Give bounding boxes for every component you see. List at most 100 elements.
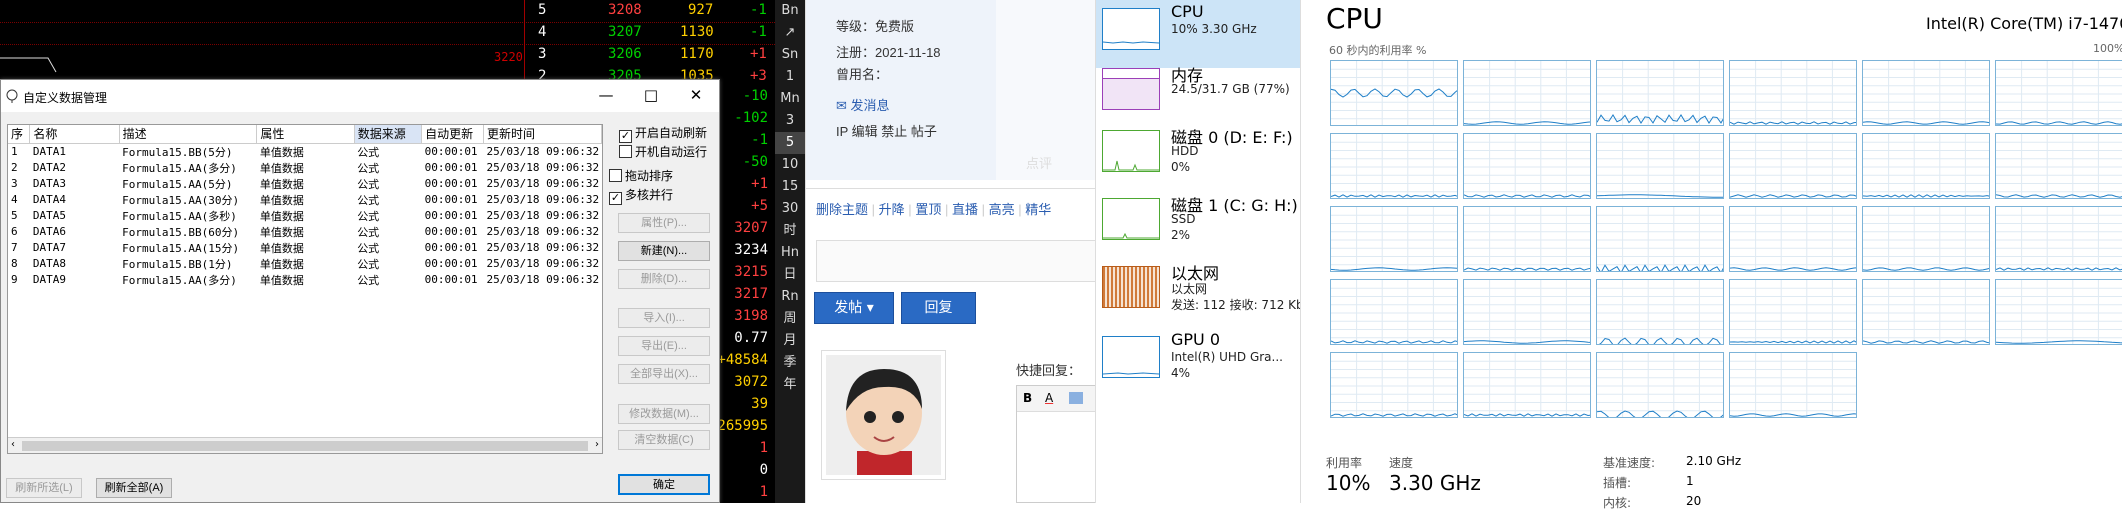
dialog-titlebar[interactable]: 自定义数据管理 — □ ✕ xyxy=(1,80,719,112)
perf-item-gpu[interactable]: GPU 0 Intel(R) UHD Gra... 4% xyxy=(1096,328,1301,396)
table-row[interactable]: 5 DATA5 Formula15.AA(多秒) 单值数据 公式 00:00:01 25/0… xyxy=(8,208,602,224)
period-item[interactable]: 周 xyxy=(775,308,805,330)
table-row[interactable]: 4 DATA4 Formula15.AA(30分) 单值数据 公式 00:00:01 25/… xyxy=(8,192,602,208)
table-row[interactable]: 3 DATA3 Formula15.AA(5分) 单值数据 公式 00:00:01 25/0… xyxy=(8,176,602,192)
review-link[interactable]: 点评 xyxy=(1026,153,1052,172)
table-cell: 25/03/18 09:06:32 xyxy=(486,209,600,222)
admin-links[interactable]: IP 编辑 禁止 帖子 xyxy=(836,121,937,140)
table-cell: 25/03/18 09:06:32 xyxy=(486,241,600,254)
quote-row[interactable]: 3 3206 1170 +1 xyxy=(528,44,778,66)
delete-button[interactable]: 删除(D)... xyxy=(618,269,710,289)
period-item[interactable]: 年 xyxy=(775,374,805,396)
refresh-selected-button[interactable]: 刷新所选(L) xyxy=(6,478,82,498)
column-header[interactable]: 序 xyxy=(8,125,31,144)
period-item[interactable]: Mn xyxy=(775,88,805,110)
send-message-link[interactable]: ✉ 发消息 xyxy=(836,95,890,114)
font-color-icon[interactable]: A xyxy=(1045,391,1053,405)
post-button[interactable]: 发帖 ▾ xyxy=(814,292,894,324)
column-header[interactable]: 属性 xyxy=(256,125,355,144)
table-cell: 单值数据 xyxy=(259,145,304,159)
bold-icon[interactable]: B xyxy=(1023,391,1032,405)
refresh-all-button[interactable]: 刷新全部(A) xyxy=(96,478,172,498)
auto-refresh-checkbox[interactable]: ✓ 开启自动刷新 xyxy=(619,124,707,143)
image-icon[interactable] xyxy=(1069,392,1083,404)
import-button[interactable]: 导入(I)... xyxy=(618,308,710,328)
column-header[interactable]: 名称 xyxy=(29,125,120,144)
table-row[interactable]: 8 DATA8 Formula15.BB(1分) 单值数据 公式 00:00:01 25/0… xyxy=(8,256,602,272)
period-item[interactable]: Hn xyxy=(775,242,805,264)
perf-item-ethernet[interactable]: 以太网 以太网 发送: 112 接收: 712 Kb xyxy=(1096,258,1304,326)
processor-graph xyxy=(1463,279,1591,345)
column-header[interactable]: 自动更新 xyxy=(421,125,484,144)
table-cell: DATA4 xyxy=(32,193,67,206)
horizontal-scrollbar[interactable]: ‹ › xyxy=(8,437,602,453)
processor-graph xyxy=(1330,352,1458,418)
action-promote[interactable]: 升降 xyxy=(879,202,905,217)
table-cell: DATA1 xyxy=(32,145,67,158)
export-button[interactable]: 导出(E)... xyxy=(618,336,710,356)
period-item[interactable]: Sn xyxy=(775,44,805,66)
processor-graph xyxy=(1330,133,1458,199)
table-cell: 公式 xyxy=(357,145,380,159)
perf-item-cpu[interactable]: CPU 10% 3.30 GHz xyxy=(1096,0,1301,68)
quick-reply-editor[interactable]: B A xyxy=(1016,385,1095,503)
new-button[interactable]: 新建(N)... xyxy=(618,241,710,261)
perf-item-disk0[interactable]: 磁盘 0 (D: E: F:) HDD 0% xyxy=(1096,122,1301,190)
modify-data-button[interactable]: 修改数据(M)... xyxy=(618,404,710,424)
period-selector[interactable]: Bn ↗ Sn 1 Mn 3 5 10 15 30 时 Hn 日 Rn 周 月 … xyxy=(775,0,805,503)
user-level: 等级：免费版 xyxy=(836,19,915,34)
action-delete-topic[interactable]: 删除主题 xyxy=(816,202,868,217)
properties-button[interactable]: 属性(P)... xyxy=(618,213,710,233)
mail-icon: ✉ xyxy=(836,98,847,113)
action-highlight[interactable]: 高亮 xyxy=(989,202,1015,217)
period-item[interactable]: 3 xyxy=(775,110,805,132)
table-row[interactable]: 9 DATA9 Formula15.AA(多分) 单值数据 公式 00:00:01 25/0… xyxy=(8,272,602,288)
period-item[interactable]: 1 xyxy=(775,66,805,88)
startup-run-checkbox[interactable]: 开机自动运行 xyxy=(619,143,707,160)
period-item[interactable]: 15 xyxy=(775,176,805,198)
table-row[interactable]: 1 DATA1 Formula15.BB(5分) 单值数据 公式 00:00:01 25/0… xyxy=(8,143,602,160)
quote-row[interactable]: 4 3207 1130 -1 xyxy=(528,22,778,44)
close-button[interactable]: ✕ xyxy=(681,84,711,106)
reply-button[interactable]: 回复 xyxy=(901,292,976,324)
perf-item-disk1[interactable]: 磁盘 1 (C: G: H:) SSD 2% xyxy=(1096,190,1301,258)
quote-row[interactable]: 5 3208 927 -1 xyxy=(528,0,778,22)
table-cell: 公式 xyxy=(357,209,380,223)
table-row[interactable]: 6 DATA6 Formula15.BB(60分) 单值数据 公式 00:00:01 25/… xyxy=(8,224,602,240)
action-digest[interactable]: 精华 xyxy=(1025,202,1051,217)
processor-graph xyxy=(1862,279,1990,345)
scroll-right-icon[interactable]: › xyxy=(595,439,599,450)
clear-data-button[interactable]: 清空数据(C) xyxy=(618,430,710,450)
perf-item-memory[interactable]: 内存 24.5/31.7 GB (77%) xyxy=(1096,60,1301,128)
table-cell: 单值数据 xyxy=(259,209,304,223)
minimize-button[interactable]: — xyxy=(591,84,621,106)
period-item[interactable]: 10 xyxy=(775,154,805,176)
disk1-mini-graph xyxy=(1102,198,1160,240)
period-item[interactable]: 30 xyxy=(775,198,805,220)
ok-button[interactable]: 确定 xyxy=(618,474,710,495)
period-item[interactable]: Bn xyxy=(775,0,805,22)
export-all-button[interactable]: 全部导出(X)... xyxy=(618,364,710,384)
period-item[interactable]: 时 xyxy=(775,220,805,242)
period-item[interactable]: 季 xyxy=(775,352,805,374)
processor-graph xyxy=(1862,133,1990,199)
action-live[interactable]: 直播 xyxy=(952,202,978,217)
table-row[interactable]: 7 DATA7 Formula15.AA(15分) 单值数据 公式 00:00:01 25/… xyxy=(8,240,602,256)
period-item[interactable]: 月 xyxy=(775,330,805,352)
table-row[interactable]: 2 DATA2 Formula15.AA(多分) 单值数据 公式 00:00:01 25/0… xyxy=(8,160,602,176)
scroll-left-icon[interactable]: ‹ xyxy=(11,439,15,450)
period-item[interactable]: ↗ xyxy=(775,22,805,44)
avatar-frame xyxy=(821,350,946,480)
column-header[interactable]: 更新时间 xyxy=(483,125,602,144)
data-table[interactable]: 序 名称 描述 属性 数据来源 自动更新 更新时间 1 DATA1 Formula1… xyxy=(7,124,603,454)
period-item-selected[interactable]: 5 xyxy=(775,132,805,154)
period-item[interactable]: 日 xyxy=(775,264,805,286)
multi-core-checkbox[interactable]: ✓ 多核并行 xyxy=(609,186,673,205)
period-item[interactable]: Rn xyxy=(775,286,805,308)
column-header-sorted[interactable]: 数据来源 xyxy=(354,125,423,144)
drag-sort-checkbox[interactable]: 拖动排序 xyxy=(609,167,673,184)
column-header[interactable]: 描述 xyxy=(119,125,258,144)
action-pin[interactable]: 置顶 xyxy=(915,202,941,217)
scrollbar-thumb[interactable] xyxy=(22,441,588,451)
maximize-button[interactable]: □ xyxy=(636,84,666,106)
